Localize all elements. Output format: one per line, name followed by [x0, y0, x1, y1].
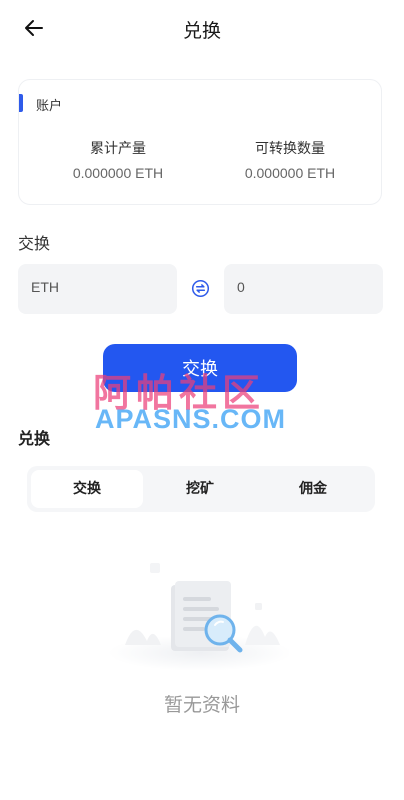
- convertible-stat: 可转换数量 0.000000 ETH: [199, 138, 381, 181]
- total-output-label: 累计产量: [90, 141, 146, 157]
- page-title: 兑换: [182, 20, 221, 42]
- exchange-section-label: 交换: [18, 234, 51, 253]
- convertible-value: 0.000000 ETH: [244, 165, 336, 181]
- header-bar: 兑换: [0, 0, 404, 56]
- swap-arrows-icon[interactable]: [191, 279, 210, 298]
- total-output-stat: 累计产量 0.000000 ETH: [27, 138, 209, 181]
- tab-mining[interactable]: 挖矿: [144, 470, 256, 508]
- convertible-label: 可转换数量: [255, 141, 325, 157]
- to-amount-field[interactable]: 0: [224, 264, 383, 314]
- exchange-button[interactable]: 交换: [103, 344, 297, 392]
- from-currency-field[interactable]: ETH: [18, 264, 177, 314]
- account-card: 账户 累计产量 0.000000 ETH 可转换数量 0.000000 ETH: [18, 79, 382, 205]
- history-tabs: 交换 挖矿 佣金: [27, 466, 375, 512]
- card-accent-bar: [19, 94, 23, 112]
- document-search-icon: [108, 563, 292, 671]
- account-card-title: 账户: [36, 99, 63, 114]
- tab-commission[interactable]: 佣金: [257, 470, 369, 508]
- empty-state-text: 暂无资料: [163, 694, 240, 716]
- total-output-value: 0.000000 ETH: [72, 165, 164, 181]
- history-title: 兑换: [18, 429, 51, 448]
- watermark-english: APASNS.COM: [95, 404, 287, 434]
- tab-exchange[interactable]: 交换: [31, 470, 143, 508]
